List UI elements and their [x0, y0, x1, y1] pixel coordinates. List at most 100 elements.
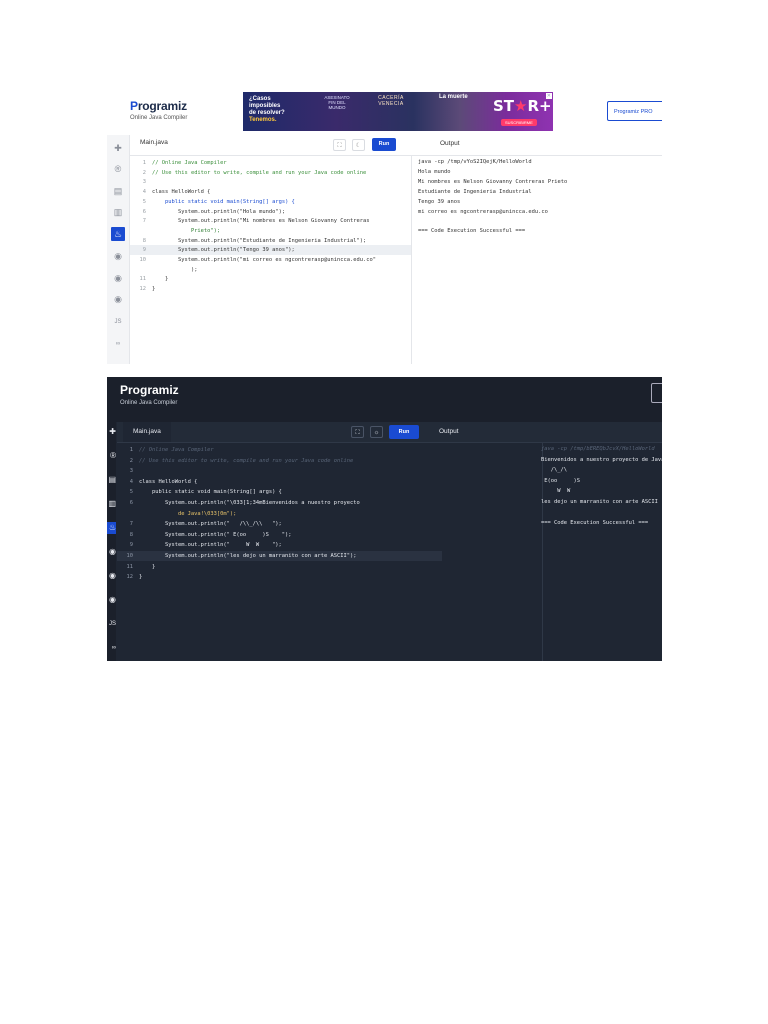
line-number: 2: [129, 457, 133, 464]
code-line[interactable]: 10 System.out.println("mi correo es ngco…: [130, 255, 411, 265]
output-line: === Code Execution Successful ===: [418, 228, 526, 235]
javascript-icon[interactable]: JS: [111, 315, 125, 329]
code-line[interactable]: );: [130, 265, 411, 275]
html-icon[interactable]: ▥: [107, 498, 116, 510]
logo-text: rogramiz: [137, 99, 187, 113]
editor-toolbar: Main.java ⛶ ☾ Run Output C: [130, 135, 662, 156]
code-editor[interactable]: 1 // Online Java Compiler 2 // Use this edi…: [117, 443, 442, 661]
code-line[interactable]: 1 // Online Java Compiler: [117, 445, 442, 455]
code-line[interactable]: 9 System.out.println(" W W ");: [117, 540, 442, 550]
ad-close-icon[interactable]: ✕: [545, 93, 552, 99]
r-icon[interactable]: ®: [107, 450, 116, 462]
ad-title-3: CACERÍA VENECIA: [378, 95, 404, 107]
code-line[interactable]: 7 System.out.println("Mi nombres es Nels…: [130, 216, 411, 226]
code-line[interactable]: 3: [117, 466, 442, 476]
code-text: }: [152, 276, 169, 283]
code-text: System.out.println(" /\\_/\\ ");: [139, 521, 282, 528]
code-text: // Online Java Compiler: [152, 160, 227, 166]
file-tab-main-java[interactable]: Main.java: [140, 139, 168, 146]
output-line: Hola mundo: [418, 168, 451, 175]
fullscreen-icon[interactable]: ⛶: [333, 139, 346, 151]
go-icon[interactable]: ∞: [111, 337, 125, 351]
code-text: System.out.println("les dejo un marranit…: [139, 553, 357, 559]
code-line[interactable]: 2 // Use this editor to write, compile an…: [117, 456, 442, 466]
python-icon[interactable]: ✚: [107, 426, 116, 438]
code-line[interactable]: 10 System.out.println("les dejo un marra…: [117, 551, 442, 561]
fullscreen-icon[interactable]: ⛶: [351, 426, 364, 438]
output-line: /\_/\: [541, 467, 567, 474]
code-line[interactable]: 7 System.out.println(" /\\_/\\ ");: [117, 519, 442, 529]
code-line[interactable]: 4 class HelloWorld {: [130, 187, 411, 197]
output-command-line: java -cp /tmp/vYoS2IQejK/HelloWorld: [418, 159, 532, 165]
code-text: System.out.println(" W W ");: [139, 542, 282, 549]
code-line[interactable]: 6 System.out.println("Hola mundo");: [130, 207, 411, 217]
programiz-logo[interactable]: Programiz: [120, 383, 179, 397]
line-number: 8: [129, 531, 133, 538]
output-line: === Code Execution Successful ===: [541, 520, 649, 527]
code-line[interactable]: 12}: [130, 284, 411, 294]
line-number: 7: [129, 521, 133, 528]
output-command-line: java -cp /tmp/bEREQbJcvX/HelloWorld: [541, 446, 655, 452]
line-number: 1: [129, 447, 133, 453]
code-line[interactable]: 5 public static void main(String[] args)…: [117, 487, 442, 497]
code-line[interactable]: 11 }: [117, 562, 442, 572]
code-line[interactable]: 5 public static void main(String[] args)…: [130, 197, 411, 207]
code-line[interactable]: 2 // Use this editor to write, compile an…: [130, 168, 411, 178]
javascript-icon[interactable]: JS: [107, 618, 116, 630]
line-number: 9: [142, 247, 146, 254]
code-line[interactable]: de Java!\033[0m");: [117, 509, 442, 519]
csharp-icon[interactable]: ◉: [111, 292, 125, 306]
sql-icon[interactable]: ▤: [107, 474, 116, 486]
programiz-pro-button[interactable]: [651, 383, 662, 403]
code-line[interactable]: 12}: [117, 572, 442, 582]
code-line[interactable]: Prieto");: [130, 226, 411, 236]
sql-icon[interactable]: ▤: [111, 184, 125, 198]
line-number: 4: [142, 189, 146, 196]
code-editor[interactable]: 1 // Online Java Compiler 2 // Use this edi…: [130, 156, 411, 364]
go-icon[interactable]: ∞: [107, 642, 116, 654]
code-text: );: [152, 266, 198, 273]
output-line: E(oo )S: [541, 477, 580, 484]
run-button[interactable]: Run: [389, 425, 419, 439]
code-line[interactable]: 1 // Online Java Compiler: [130, 158, 411, 168]
line-number: 11: [126, 563, 134, 570]
code-line[interactable]: 8 System.out.println(" E(oo )S ");: [117, 530, 442, 540]
python-icon[interactable]: ✚: [111, 141, 125, 155]
output-panel: java -cp /tmp/vYoS2IQejK/HelloWorld Hola …: [412, 156, 662, 364]
run-button[interactable]: Run: [372, 138, 396, 151]
programiz-pro-button[interactable]: Programiz PRO: [607, 101, 662, 121]
file-tab-main-java[interactable]: Main.java: [123, 422, 171, 442]
line-number: 2: [142, 169, 146, 176]
code-text: // Use this editor to write, compile and…: [152, 169, 367, 176]
code-text: }: [139, 574, 143, 581]
theme-toggle-sun-icon[interactable]: ☼: [370, 426, 383, 438]
advertisement-banner[interactable]: ¿Casos imposibles de resolver? Tenemos. …: [243, 92, 553, 131]
r-icon[interactable]: ®: [111, 162, 125, 176]
html-icon[interactable]: ▥: [111, 205, 125, 219]
java-icon[interactable]: ♨: [111, 227, 125, 241]
programiz-logo[interactable]: Programiz: [130, 99, 187, 113]
code-line[interactable]: 6 System.out.println("\033[1;34mBienveni…: [117, 498, 442, 508]
java-icon[interactable]: ♨: [107, 522, 116, 534]
language-sidebar: ✚ ® ▤ ▥ ♨ ◉ ◉ ◉ JS ∞: [107, 135, 130, 364]
code-line[interactable]: 8 System.out.println("Estudiante de Inge…: [130, 236, 411, 246]
line-number: 9: [129, 542, 133, 549]
code-text: }: [152, 286, 156, 293]
cpp-icon[interactable]: ◉: [107, 570, 116, 582]
code-line[interactable]: 11 }: [130, 274, 411, 284]
c-icon[interactable]: ◉: [107, 546, 116, 558]
code-text: // Online Java Compiler: [139, 447, 214, 453]
cpp-icon[interactable]: ◉: [111, 271, 125, 285]
code-line[interactable]: 9 System.out.println("Tengo 39 anos");: [130, 245, 411, 256]
code-line[interactable]: 3: [130, 177, 411, 187]
code-line[interactable]: 4 class HelloWorld {: [117, 477, 442, 487]
theme-toggle-moon-icon[interactable]: ☾: [352, 139, 365, 151]
code-text: public static void main(String[] args) {: [152, 198, 295, 205]
ad-line: ¿Casos: [249, 96, 271, 102]
line-number: 3: [129, 468, 133, 475]
output-line: Tengo 39 anos: [418, 198, 461, 205]
c-icon[interactable]: ◉: [111, 249, 125, 263]
ad-subscribe-button[interactable]: SUSCRIBIRME: [501, 119, 537, 126]
csharp-icon[interactable]: ◉: [107, 594, 116, 606]
header: Programiz Online Java Compiler ¿Casos im…: [107, 89, 662, 135]
